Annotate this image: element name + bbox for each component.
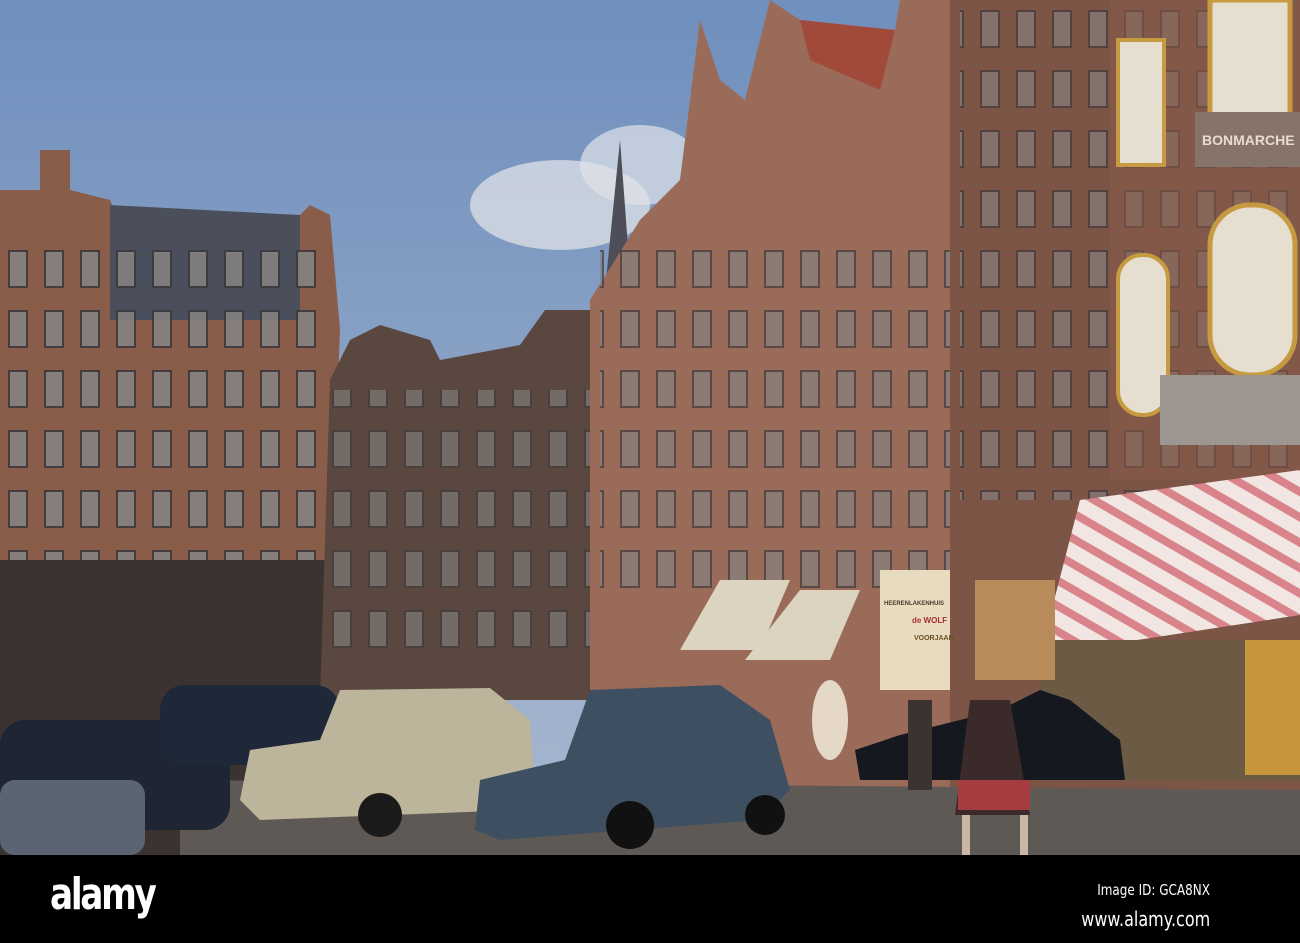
shop-sign-heerenlakenhuis: HEERENLAKENHUIS <box>884 601 944 607</box>
shopfront-heerenlakenhuis <box>880 570 950 690</box>
footer-bar: alamy Image ID: GCA8NX www.alamy.com <box>0 855 1300 943</box>
shop-sign-bonmarche: BONMARCHE <box>1202 132 1295 148</box>
shop-sign-de-wolf: de WOLF <box>912 616 947 625</box>
alamy-logo[interactable]: alamy <box>50 869 157 920</box>
website-link[interactable]: www.alamy.com <box>1081 907 1210 931</box>
image-id: Image ID: GCA8NX <box>1097 881 1210 899</box>
street-photo: BONMARCHE HEERENLAKENHUIS de WOLF VOORJA… <box>0 0 1300 855</box>
shop-sign-voorjaar: VOORJAAR <box>914 635 954 642</box>
